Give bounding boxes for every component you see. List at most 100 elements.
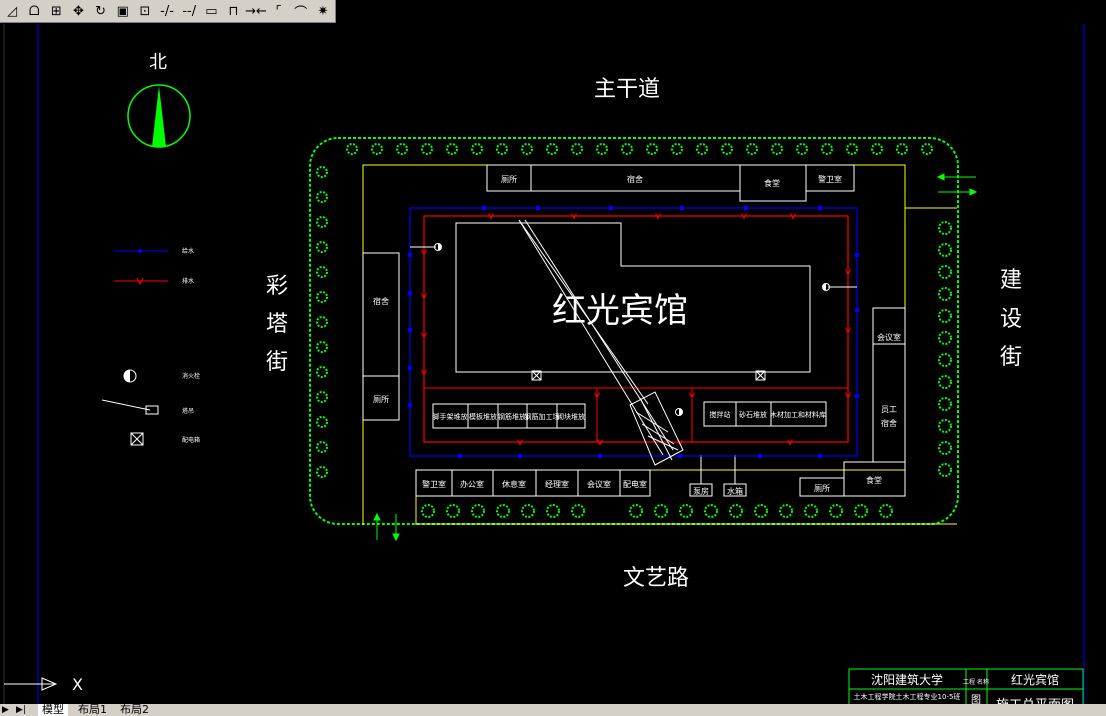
road-right-label: 建 设 街 [1000, 268, 1022, 370]
tree-icon [938, 419, 952, 433]
drawing-canvas[interactable]: 北 主干道 文艺路 彩 塔 街 建 设 街 厕所 宿舍 食堂 警卫室 宿舍 厕所 [0, 24, 1106, 706]
tree-icon [879, 504, 893, 518]
fillet-icon[interactable]: ⌒ [291, 2, 311, 21]
svg-text:搅拌站: 搅拌站 [710, 410, 731, 419]
tree-icon [938, 463, 952, 477]
layout-tabs: ▶ ▶| 模型 布局1 布局2 [0, 704, 1106, 716]
pipe-node [855, 394, 859, 398]
svg-text:配电箱: 配电箱 [182, 436, 200, 444]
break-at-point-icon[interactable]: ⊓ [223, 2, 243, 21]
explode-icon[interactable]: ✷ [313, 2, 333, 21]
text-style-icon[interactable]: ᗝ [24, 2, 44, 21]
block-icon[interactable]: ⊞ [46, 2, 66, 21]
tab-nav-prev-icon[interactable]: ▶ [2, 704, 9, 716]
tree-icon [938, 353, 952, 367]
tree-icon [938, 243, 952, 257]
tree-icon [938, 397, 952, 411]
svg-text:宿舍: 宿舍 [881, 418, 897, 428]
tree-icon [316, 216, 328, 228]
tree-icon [629, 504, 643, 518]
svg-text:厕所: 厕所 [501, 174, 517, 184]
north-arrow-icon [127, 84, 191, 148]
stretch-icon[interactable]: ⊡ [135, 2, 155, 21]
svg-text:街: 街 [1000, 345, 1022, 370]
pipe-node [408, 253, 412, 257]
svg-text:钢筋加工场: 钢筋加工场 [525, 412, 560, 421]
tree-icon [316, 391, 328, 403]
north-label: 北 [149, 52, 167, 73]
tab-layout1[interactable]: 布局1 [74, 704, 111, 716]
right-rooms: 会议室 员工 宿舍 [872, 307, 906, 463]
pump-tank: 泵房 水箱 [689, 455, 747, 497]
tree-icon [316, 316, 328, 328]
svg-text:消火栓: 消火栓 [182, 372, 200, 380]
tree-icon [346, 143, 358, 155]
tree-icon [316, 191, 328, 203]
pipe-node [408, 366, 412, 370]
svg-text:排水: 排水 [182, 277, 194, 285]
tree-icon [571, 143, 583, 155]
road-bottom-label: 文艺路 [623, 566, 689, 591]
pipe-node [458, 454, 462, 458]
tab-layout2[interactable]: 布局2 [116, 704, 153, 716]
pipe-node [408, 291, 412, 295]
tree-icon [696, 143, 708, 155]
pipe-node [408, 328, 412, 332]
tree-icon [316, 291, 328, 303]
svg-text:建: 建 [1000, 268, 1022, 293]
chamfer-icon[interactable]: ⌜ [269, 2, 289, 21]
svg-text:宿舍: 宿舍 [373, 296, 389, 306]
tree-icon [938, 221, 952, 235]
pipe-node [855, 253, 859, 257]
rotate-icon[interactable]: ↻ [91, 2, 111, 21]
pipe-node [408, 403, 412, 407]
svg-text:会议室: 会议室 [587, 479, 611, 489]
tree-icon [846, 143, 858, 155]
join-icon[interactable]: →← [245, 2, 267, 21]
tab-model[interactable]: 模型 [38, 704, 68, 716]
trim-icon[interactable]: -/- [157, 2, 177, 21]
tree-icon [446, 143, 458, 155]
tree-icon [754, 504, 768, 518]
svg-text:办公室: 办公室 [460, 479, 484, 489]
tree-icon [938, 331, 952, 345]
svg-text:脚手架堆放: 脚手架堆放 [433, 412, 468, 421]
tree-icon [938, 441, 952, 455]
svg-text:砂石堆放: 砂石堆放 [739, 410, 767, 419]
tree-icon [546, 504, 560, 518]
tree-icon [316, 341, 328, 353]
tree-icon [746, 143, 758, 155]
pipe-node [482, 206, 486, 210]
bottom-right-rooms: 厕所 食堂 [799, 461, 906, 497]
draw-order-icon[interactable]: ◿ [2, 2, 22, 21]
svg-text:彩: 彩 [266, 274, 288, 299]
tree-icon [871, 143, 883, 155]
tree-icon [471, 504, 485, 518]
pipe-node [758, 454, 762, 458]
svg-text:警卫室: 警卫室 [422, 479, 446, 489]
svg-text:配电室: 配电室 [623, 479, 647, 489]
tree-icon [421, 143, 433, 155]
tree-icon [771, 143, 783, 155]
svg-text:街: 街 [266, 350, 288, 375]
svg-text:木材加工和材料库: 木材加工和材料库 [770, 410, 826, 419]
tab-nav-next-icon[interactable]: ▶| [16, 704, 26, 716]
tree-icon [521, 504, 535, 518]
tree-icon [316, 416, 328, 428]
extend-icon[interactable]: --/ [179, 2, 199, 21]
tree-icon [938, 309, 952, 323]
scale-icon[interactable]: ▣ [113, 2, 133, 21]
tree-icon [646, 143, 658, 155]
tree-icon [779, 504, 793, 518]
tree-icon [938, 265, 952, 279]
ucs-icon: X [4, 675, 83, 694]
site-fence [309, 137, 959, 525]
pipe-node [678, 454, 682, 458]
move-icon[interactable]: ✥ [68, 2, 88, 21]
break-icon[interactable]: ▭ [201, 2, 221, 21]
tree-icon [446, 504, 460, 518]
svg-text:红光宾馆: 红光宾馆 [1011, 672, 1059, 687]
bottom-rooms: 警卫室 办公室 休息室 经理室 会议室 配电室 [415, 469, 651, 497]
tree-icon [821, 143, 833, 155]
tree-icon [316, 441, 328, 453]
